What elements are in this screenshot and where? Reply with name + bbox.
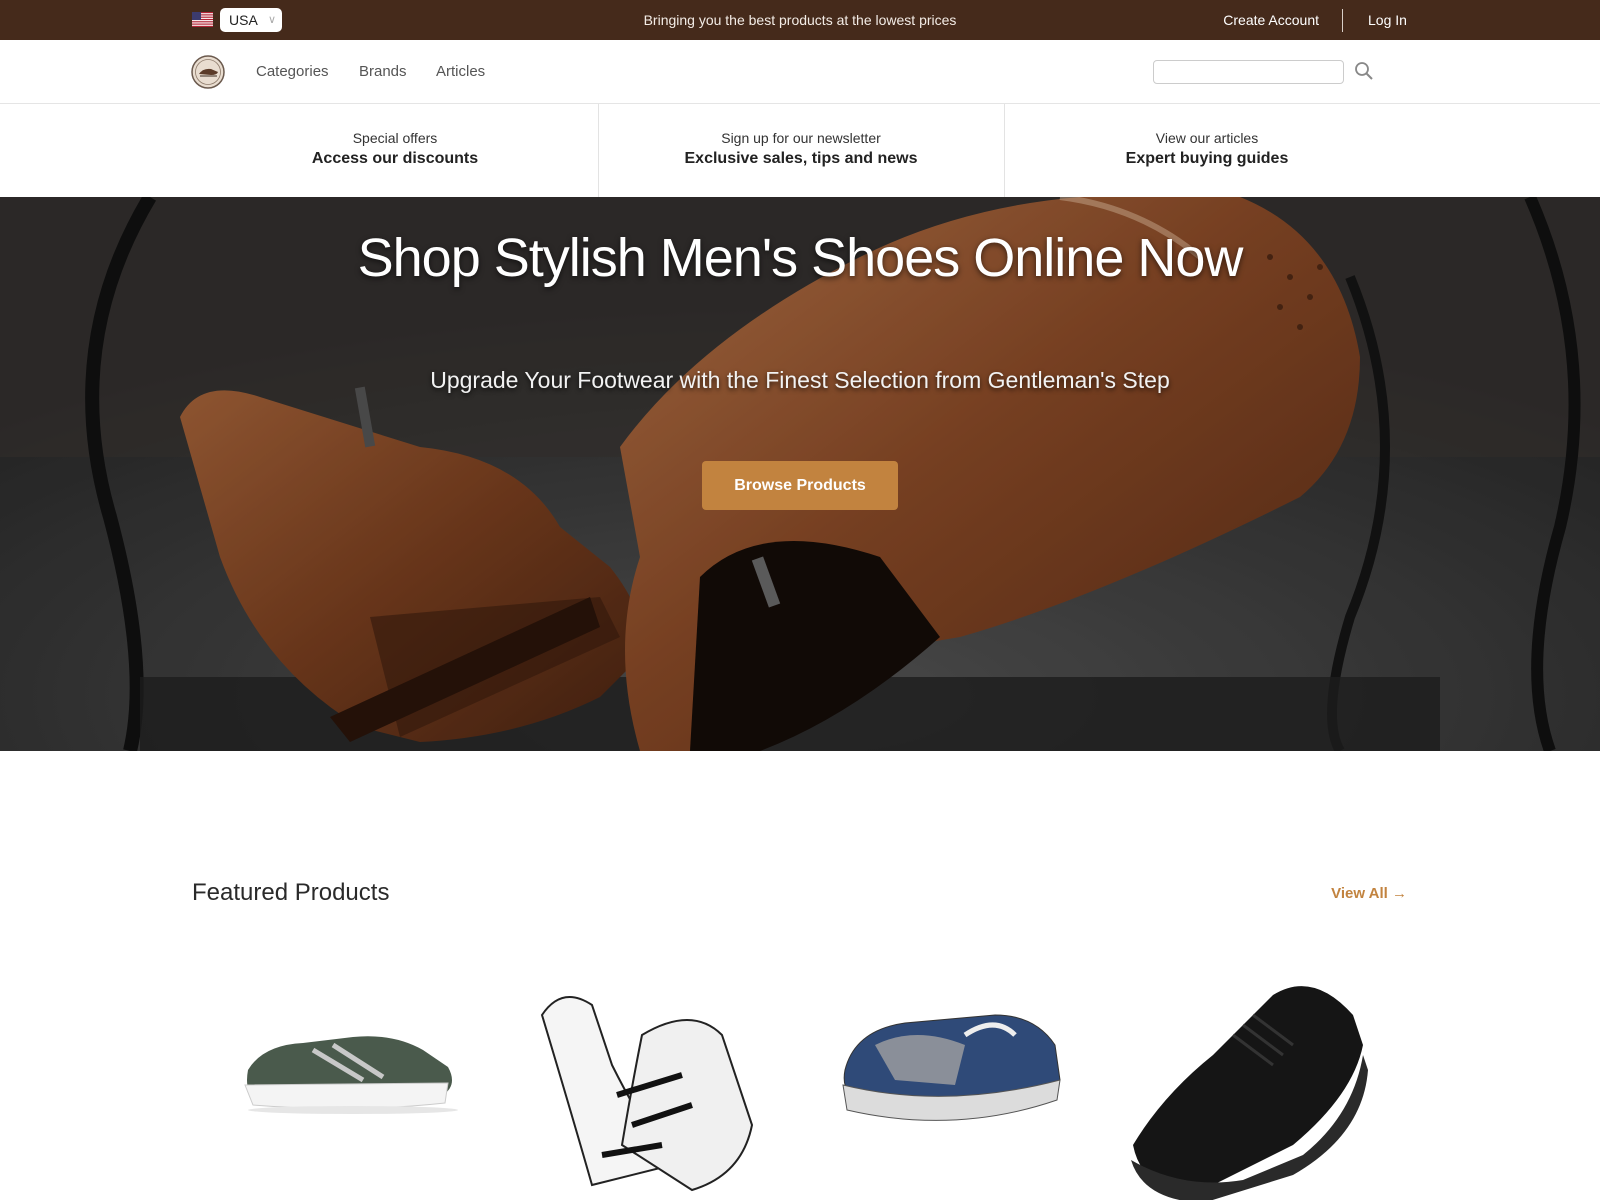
promo-articles[interactable]: View our articles Expert buying guides bbox=[1004, 104, 1410, 197]
country-select[interactable]: USA ∨ bbox=[220, 8, 282, 32]
product-image bbox=[842, 1014, 1061, 1121]
top-bar: USA ∨ Bringing you the best products at … bbox=[0, 0, 1600, 40]
nav-brands[interactable]: Brands bbox=[359, 40, 407, 104]
promo-strip: Special offers Access our discounts Sign… bbox=[0, 104, 1600, 197]
divider bbox=[1342, 9, 1343, 32]
chevron-down-icon: ∨ bbox=[267, 14, 276, 26]
us-flag-icon bbox=[192, 12, 213, 27]
product-card[interactable] bbox=[233, 975, 483, 1200]
product-card[interactable] bbox=[1123, 975, 1373, 1200]
promo-headline: Expert buying guides bbox=[1125, 150, 1289, 167]
hero-subtitle: Upgrade Your Footwear with the Finest Se… bbox=[430, 367, 1170, 393]
country-value: USA bbox=[229, 12, 258, 28]
search-icon[interactable] bbox=[1353, 60, 1375, 82]
product-image bbox=[540, 996, 754, 1192]
nav-articles[interactable]: Articles bbox=[436, 40, 485, 104]
logo[interactable] bbox=[191, 55, 225, 89]
featured-products-heading: Featured Products bbox=[192, 879, 390, 906]
tagline: Bringing you the best products at the lo… bbox=[643, 12, 957, 28]
hero-banner: Shop Stylish Men's Shoes Online Now Upgr… bbox=[0, 197, 1600, 751]
promo-small-text: View our articles bbox=[1155, 130, 1259, 146]
log-in-link[interactable]: Log In bbox=[1368, 0, 1407, 40]
product-card[interactable] bbox=[522, 975, 772, 1200]
promo-headline: Exclusive sales, tips and news bbox=[684, 150, 918, 167]
promo-headline: Access our discounts bbox=[311, 150, 479, 167]
promo-discounts[interactable]: Special offers Access our discounts bbox=[192, 104, 598, 197]
promo-small-text: Special offers bbox=[352, 130, 438, 146]
product-image bbox=[1131, 986, 1368, 1200]
create-account-link[interactable]: Create Account bbox=[1223, 0, 1319, 40]
promo-newsletter[interactable]: Sign up for our newsletter Exclusive sal… bbox=[598, 104, 1004, 197]
nav-categories[interactable]: Categories bbox=[256, 40, 329, 104]
hero-title: Shop Stylish Men's Shoes Online Now bbox=[357, 228, 1244, 288]
product-image bbox=[244, 1036, 458, 1114]
promo-small-text: Sign up for our newsletter bbox=[721, 130, 881, 146]
main-nav: Categories Brands Articles bbox=[0, 40, 1600, 104]
search-input[interactable] bbox=[1153, 60, 1344, 84]
browse-products-button[interactable]: Browse Products bbox=[702, 461, 898, 510]
view-all-link[interactable]: View All → bbox=[1331, 885, 1407, 902]
product-card[interactable] bbox=[835, 975, 1085, 1200]
